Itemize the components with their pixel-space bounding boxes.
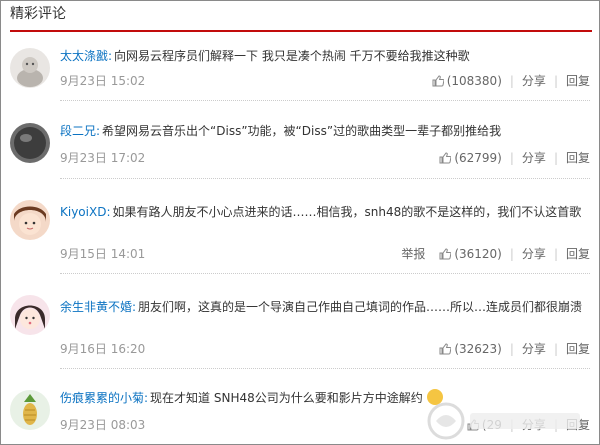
avatar[interactable] xyxy=(10,390,50,430)
comment-content: 段二兄: 希望网易云音乐出个“Diss”功能，被“Diss”过的歌曲类型一辈子都别… xyxy=(60,121,590,141)
action-separator: | xyxy=(553,151,558,165)
avatar[interactable] xyxy=(10,295,50,335)
like-button[interactable]: (62799) xyxy=(439,149,502,167)
comment-time: 9月15日 14:01 xyxy=(60,247,146,261)
comment-meta: 9月16日 16:20 (32623) | 分享 | 回复 xyxy=(60,340,590,358)
comment-divider xyxy=(60,273,590,274)
comment-content: 太太涤戤: 向网易云程序员们解释一下 我只是凑个热闹 千万不要给我推这种歌 xyxy=(60,46,590,66)
share-button[interactable]: 分享 xyxy=(522,340,546,358)
comment-actions: (62799) | 分享 | 回复 xyxy=(439,149,590,167)
share-button[interactable]: 分享 xyxy=(522,149,546,167)
thumbs-up-icon xyxy=(439,152,452,164)
action-separator: | xyxy=(509,74,514,88)
like-count: (36120) xyxy=(454,247,502,261)
like-button[interactable]: (32623) xyxy=(439,340,502,358)
comment-text: 朋友们啊，这真的是一个导演自己作曲自己填词的作品……所以…连成员们都很崩溃 xyxy=(138,300,583,314)
comment-text: 向网易云程序员们解释一下 我只是凑个热闹 千万不要给我推这种歌 xyxy=(114,49,470,63)
comment-actions: 举报 (36120) | 分享 | 回复 xyxy=(401,245,590,263)
comment-username[interactable]: KiyoiXD: xyxy=(60,205,110,219)
like-count: (108380) xyxy=(446,74,502,88)
comment-username[interactable]: 伤痕累累的小菊: xyxy=(60,391,148,405)
reply-button[interactable]: 回复 xyxy=(566,72,590,90)
comments-panel xyxy=(0,0,600,445)
like-button[interactable]: (108380) xyxy=(432,72,502,90)
action-separator: | xyxy=(509,247,514,261)
comment-actions: (32623) | 分享 | 回复 xyxy=(439,340,590,358)
comment-text: 希望网易云音乐出个“Diss”功能，被“Diss”过的歌曲类型一辈子都别推给我 xyxy=(102,124,502,138)
comment-time: 9月23日 17:02 xyxy=(60,151,146,165)
like-button[interactable]: (36120) xyxy=(439,245,502,263)
comment-divider xyxy=(60,100,590,101)
report-button[interactable]: 举报 xyxy=(401,245,425,263)
avatar[interactable] xyxy=(10,200,50,240)
action-separator: | xyxy=(509,151,514,165)
section-title: 精彩评论 xyxy=(10,6,66,22)
comment-time: 9月23日 08:03 xyxy=(60,418,146,432)
comment-meta: 9月23日 17:02 (62799) | 分享 | 回复 xyxy=(60,149,590,167)
reply-button[interactable]: 回复 xyxy=(566,340,590,358)
action-separator: | xyxy=(553,247,558,261)
comment-divider xyxy=(60,178,590,179)
comment-meta: 9月15日 14:01 举报 (36120) | 分享 | 回复 xyxy=(60,245,590,263)
comment-meta: 9月23日 15:02 (108380) | 分享 | 回复 xyxy=(60,72,590,90)
thumbs-up-icon xyxy=(439,343,452,355)
comment-content: KiyoiXD: 如果有路人朋友不小心点进来的话……相信我，snh48的歌不是这样… xyxy=(60,202,585,222)
comment-time: 9月23日 15:02 xyxy=(60,74,146,88)
reply-button[interactable]: 回复 xyxy=(566,245,590,263)
comment-divider xyxy=(60,368,590,369)
comment-text: 现在才知道 SNH48公司为什么要和影片方中途解约 xyxy=(150,391,423,405)
thumbs-up-icon xyxy=(432,75,444,87)
like-count: (32623) xyxy=(454,342,502,356)
action-separator: | xyxy=(553,342,558,356)
comment-text: 如果有路人朋友不小心点进来的话……相信我，snh48的歌不是这样的，我们不认这首… xyxy=(112,205,582,219)
reply-button[interactable]: 回复 xyxy=(566,149,590,167)
comment-time: 9月16日 16:20 xyxy=(60,342,146,356)
share-button[interactable]: 分享 xyxy=(522,245,546,263)
avatar[interactable] xyxy=(10,48,50,88)
comment-username[interactable]: 余生非黄不婚: xyxy=(60,300,136,314)
avatar[interactable] xyxy=(10,123,50,163)
comment-content: 余生非黄不婚: 朋友们啊，这真的是一个导演自己作曲自己填词的作品……所以…连成员们… xyxy=(60,297,585,317)
watermark-logo xyxy=(427,402,580,440)
share-button[interactable]: 分享 xyxy=(522,72,546,90)
like-count: (62799) xyxy=(454,151,502,165)
thumbs-up-icon xyxy=(439,248,452,260)
action-separator: | xyxy=(553,74,558,88)
section-title-underline xyxy=(10,30,592,32)
comment-username[interactable]: 段二兄: xyxy=(60,124,100,138)
action-separator: | xyxy=(509,342,514,356)
comment-actions: (108380) | 分享 | 回复 xyxy=(432,72,590,90)
comment-username[interactable]: 太太涤戤: xyxy=(60,49,112,63)
